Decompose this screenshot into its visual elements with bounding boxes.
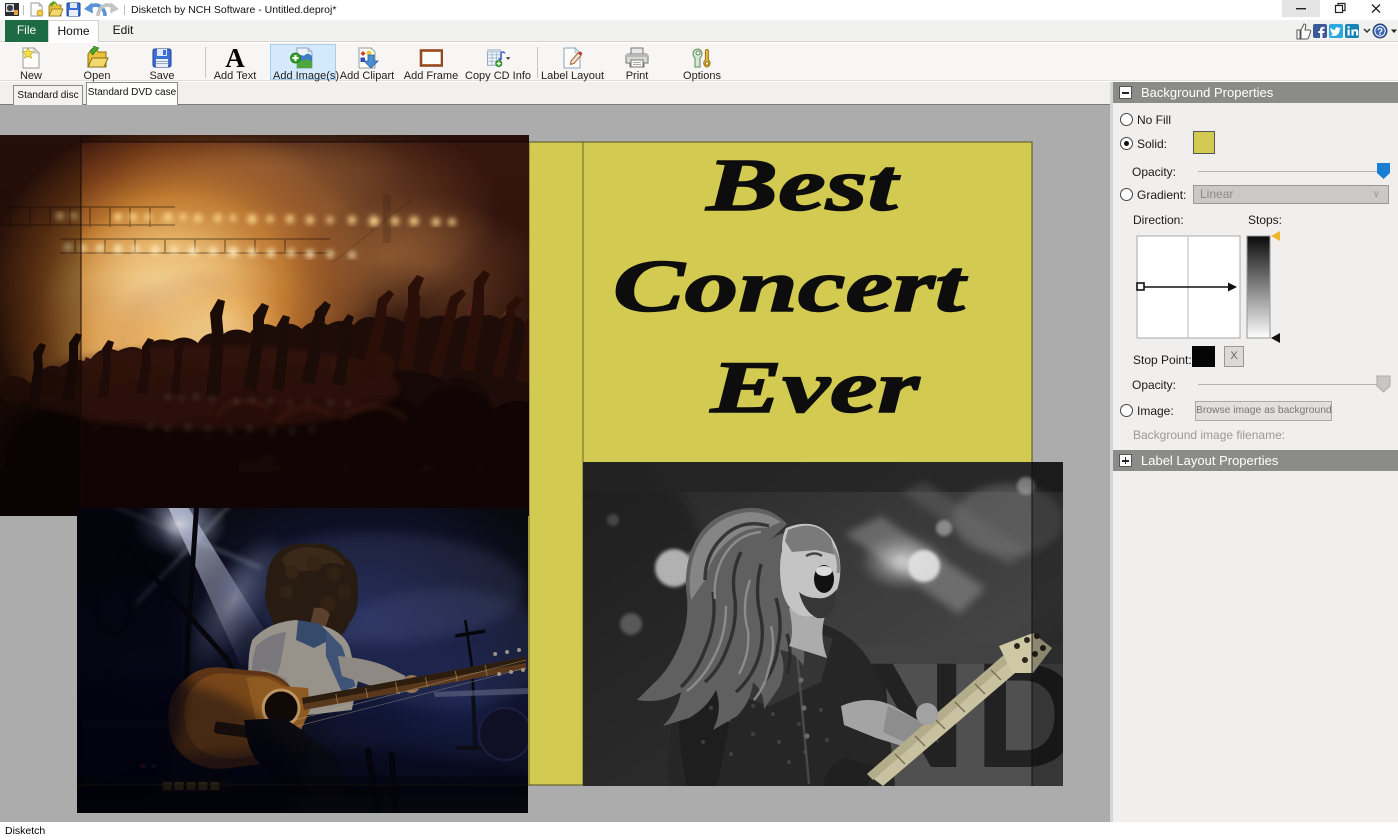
svg-text:?: ? — [1377, 27, 1383, 38]
svg-text:A: A — [225, 46, 245, 70]
